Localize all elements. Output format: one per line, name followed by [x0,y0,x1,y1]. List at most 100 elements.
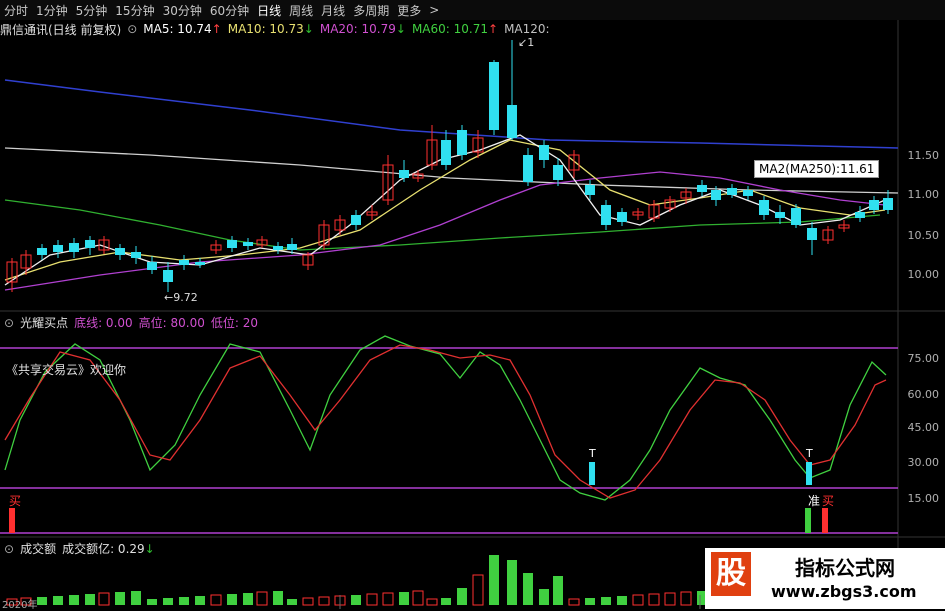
volume-bar [302,597,314,606]
candle-body [775,212,785,218]
volume-bar [680,591,692,606]
low-price-label: ←9.72 [164,291,198,304]
price-axis-label: 10.50 [907,229,940,242]
signal-bar [9,508,15,533]
volume-bar [243,593,253,605]
volume-bar [37,597,47,605]
candle-body [807,228,817,240]
signal-bar [806,462,812,485]
volume-bar [131,591,141,605]
indicator-title: ⊙ 光耀买点 底线: 0.00 高位: 80.00 低位: 20 [4,314,258,331]
volume-bar [472,574,484,606]
candle-body [131,252,141,258]
volume-bar [617,596,627,605]
candle-body [227,240,237,248]
volume-title: ⊙ 成交额 成交额亿: 0.29↓ [4,540,155,557]
indicator-axis-label: 30.00 [907,456,940,469]
candle-body [273,246,283,250]
candle-body [287,244,297,250]
candle-body [351,215,361,225]
volume-bar [351,595,361,605]
price-axis-label: 11.50 [907,149,940,162]
volume-bar [366,593,378,606]
settings-icon[interactable]: ⊙ [4,542,14,556]
indicator-param: 底线: 0.00 [74,316,133,330]
promo-text: 《共享交易云》欢迎你 [6,363,127,377]
kline-path [4,335,887,501]
volume-bar [399,592,409,605]
candle-body [243,242,253,246]
buy-label: 买 [9,494,22,508]
volume-bar [53,596,63,605]
volume-bar [441,598,451,605]
t-mark: T [806,447,813,460]
candle-body [399,170,409,178]
signal-bar [589,462,595,485]
dline-path [4,344,887,499]
candle-body [457,130,467,155]
candle-body [791,208,801,225]
watermark-title: 指标公式网 [795,556,895,580]
volume-bar [632,594,644,606]
volume-bar [115,592,125,605]
volume-bar [163,598,173,605]
volume-bar [457,588,467,605]
indicator-axis-label: 75.00 [907,352,940,365]
volume-bar [195,596,205,605]
candle-body [743,190,753,196]
candle-body [179,260,189,265]
volume-bar [273,591,283,605]
volume-bar [98,592,110,606]
candle-body [163,270,173,282]
candle-body [69,243,79,252]
signal-bar [822,508,828,533]
volume-bar [648,593,660,606]
ready-label: 准 [808,494,821,508]
high-price-mark: ↙1 [518,36,535,49]
candle-body [759,200,769,215]
candle-body [37,248,47,255]
logo-badge: 股 [711,552,751,596]
volume-bar [568,598,580,606]
candle-body [85,240,95,248]
candle-body [539,145,549,160]
ma250-path [4,79,899,149]
volume-bar [585,598,595,605]
indicator-param: 高位: 80.00 [138,316,205,330]
volume-bar [507,560,517,605]
ma60-path [4,199,881,251]
volume-bar [523,573,533,605]
volume-bar [69,595,79,605]
candle-body [883,198,893,210]
candle-body [523,155,533,182]
volume-bar [553,576,563,605]
volume-bar [256,591,268,606]
volume-bar [227,594,237,605]
signal-bar [805,508,811,533]
candle-body [727,188,737,195]
volume-bar [85,594,95,605]
volume-value: 成交额亿: 0.29↓ [62,542,155,556]
settings-icon[interactable]: ⊙ [4,316,14,330]
price-axis-label: 11.00 [907,188,940,201]
indicator-name: 光耀买点 [20,316,69,330]
buy-label: 买 [822,494,835,508]
volume-bar [287,599,297,605]
candle-body [711,190,721,200]
chart-canvas[interactable] [0,0,945,609]
candle-body [489,62,499,130]
candle-body [617,212,627,222]
watermark: 股 指标公式网 www.zbgs3.com [705,548,945,609]
candle-body [855,212,865,218]
indicator-axis-label: 60.00 [907,388,940,401]
watermark-url: www.zbgs3.com [771,582,917,601]
volume-bar [179,597,189,605]
indicator-axis-label: 45.00 [907,421,940,434]
candle-body [147,262,157,270]
indicator-param: 低位: 20 [210,316,259,330]
volume-bar [318,596,330,606]
volume-bar [489,555,499,605]
t-signal-bars [9,462,828,533]
k-line [4,335,887,501]
ma250-line [4,79,899,149]
